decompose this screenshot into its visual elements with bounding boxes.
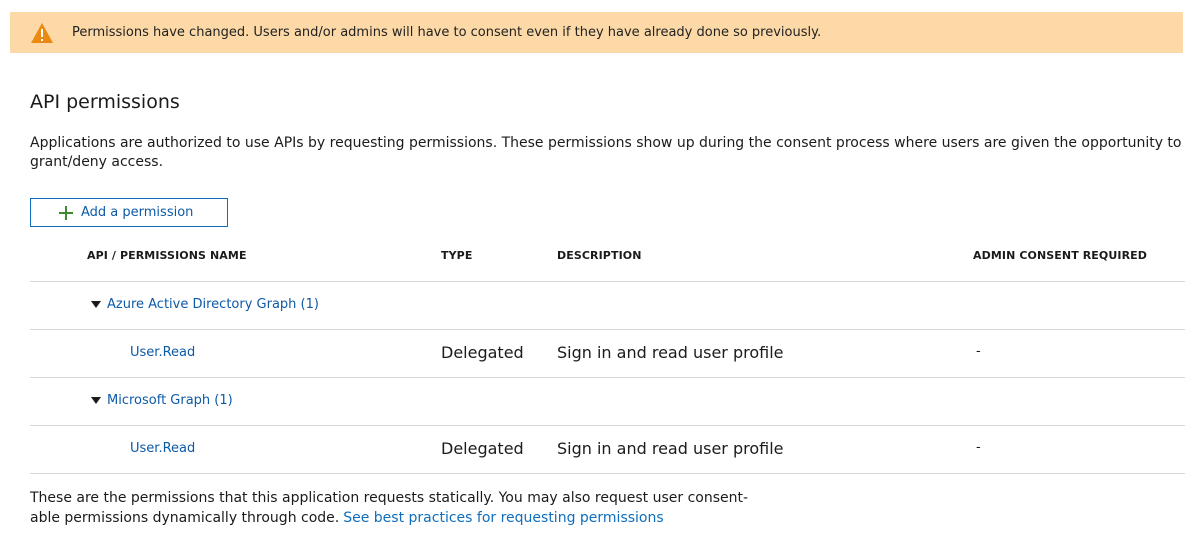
plus-icon: [58, 205, 74, 221]
page-description: Applications are authorized to use APIs …: [30, 135, 1182, 170]
table-group-row[interactable]: Azure Active Directory Graph (1): [30, 282, 1185, 330]
table-group-row[interactable]: Microsoft Graph (1): [30, 378, 1185, 426]
footer-note: These are the permissions that this appl…: [30, 488, 850, 528]
footer-text-line2: able permissions dynamically through cod…: [30, 510, 340, 526]
group-link-microsoft-graph[interactable]: Microsoft Graph (1): [107, 393, 233, 408]
footer-text-line1: These are the permissions that this appl…: [30, 490, 749, 506]
table-row: User.Read Delegated Sign in and read use…: [30, 330, 1185, 378]
permission-link[interactable]: User.Read: [130, 345, 195, 360]
column-header-admin-consent: ADMIN CONSENT REQUIRED: [973, 249, 1147, 262]
caret-down-icon[interactable]: [91, 397, 101, 404]
permission-link[interactable]: User.Read: [130, 441, 195, 456]
warning-banner-text: Permissions have changed. Users and/or a…: [72, 25, 822, 40]
permissions-table: API / PERMISSIONS NAME TYPE DESCRIPTION …: [30, 232, 1185, 474]
add-permission-label: Add a permission: [81, 205, 194, 220]
permission-description: Sign in and read user profile: [557, 343, 784, 362]
best-practices-link[interactable]: See best practices for requesting permis…: [343, 510, 663, 526]
permission-type: Delegated: [441, 343, 524, 362]
permission-admin-consent: -: [976, 344, 981, 359]
footer-text-line2-container: able permissions dynamically through cod…: [30, 508, 850, 528]
page-title: API permissions: [30, 91, 180, 113]
column-header-description: DESCRIPTION: [557, 249, 642, 262]
warning-banner: Permissions have changed. Users and/or a…: [10, 12, 1183, 53]
column-header-name: API / PERMISSIONS NAME: [87, 249, 247, 262]
column-header-type: TYPE: [441, 249, 473, 262]
caret-down-icon[interactable]: [91, 301, 101, 308]
permission-admin-consent: -: [976, 440, 981, 455]
permission-description: Sign in and read user profile: [557, 439, 784, 458]
group-link-azure-ad-graph[interactable]: Azure Active Directory Graph (1): [107, 297, 319, 312]
permission-type: Delegated: [441, 439, 524, 458]
warning-icon: [28, 21, 56, 45]
add-permission-button[interactable]: Add a permission: [30, 198, 228, 227]
table-header: API / PERMISSIONS NAME TYPE DESCRIPTION …: [30, 232, 1185, 282]
table-row: User.Read Delegated Sign in and read use…: [30, 426, 1185, 474]
